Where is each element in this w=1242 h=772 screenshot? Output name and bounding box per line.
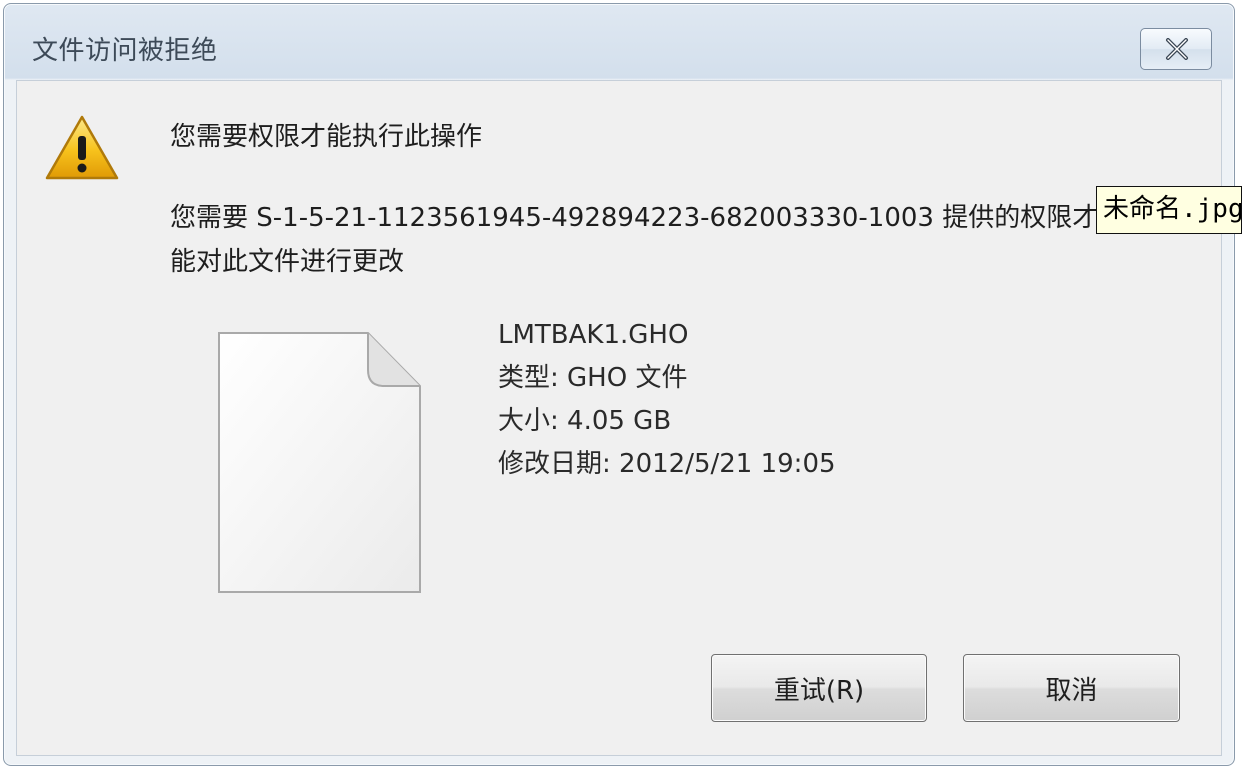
filename-tooltip: 未命名.jpg [1096, 186, 1242, 234]
close-icon [1166, 38, 1188, 60]
retry-button[interactable]: 重试(R) [711, 654, 927, 722]
title-bar[interactable]: 文件访问被拒绝 [4, 4, 1234, 80]
file-type: 类型: GHO 文件 [498, 363, 688, 393]
file-icon [216, 330, 426, 600]
cancel-button[interactable]: 取消 [963, 654, 1180, 722]
message-line-2: 能对此文件进行更改 [170, 247, 405, 277]
file-details: LMTBAK1.GHO 类型: GHO 文件 大小: 4.05 GB 修改日期:… [498, 314, 836, 486]
permission-message: 您需要 S-1-5-21-1123561945-492894223-682003… [170, 196, 1110, 284]
file-size: 大小: 4.05 GB [498, 406, 672, 436]
close-button[interactable] [1140, 28, 1212, 70]
message-line-1: 您需要 S-1-5-21-1123561945-492894223-682003… [170, 203, 1099, 233]
permission-heading: 您需要权限才能执行此操作 [170, 122, 483, 152]
file-name: LMTBAK1.GHO [498, 320, 689, 350]
warning-icon [44, 114, 120, 186]
window-title: 文件访问被拒绝 [32, 36, 218, 66]
file-modified-date: 修改日期: 2012/5/21 19:05 [498, 449, 836, 479]
